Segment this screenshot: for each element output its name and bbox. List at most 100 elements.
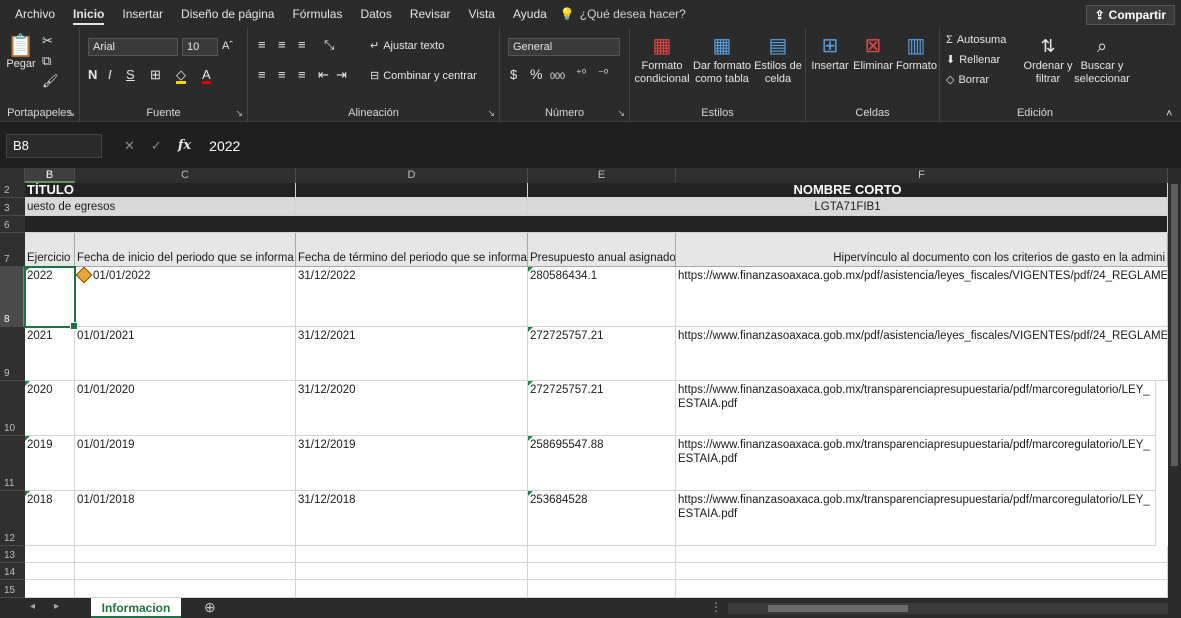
row-header-3[interactable]: 3 bbox=[0, 198, 25, 216]
share-button[interactable]: ⇪ Compartir bbox=[1085, 5, 1175, 25]
row-header-10[interactable]: 10 bbox=[0, 381, 25, 436]
title-cell[interactable]: TÍTULO bbox=[25, 183, 296, 198]
sheet-options-icon[interactable]: ⋮ bbox=[710, 600, 722, 614]
cell-presupuesto[interactable]: 272725757.21 bbox=[528, 381, 676, 436]
tab-formulas[interactable]: Fórmulas bbox=[283, 0, 351, 28]
empty-cell[interactable] bbox=[676, 563, 1168, 580]
tab-diseno-pagina[interactable]: Diseño de página bbox=[172, 0, 283, 28]
increase-indent-icon[interactable]: ⇥ bbox=[336, 68, 347, 81]
empty-cell[interactable] bbox=[75, 563, 296, 580]
font-name-dropdown[interactable]: Arial bbox=[88, 38, 178, 56]
tell-me-box[interactable]: 💡 ¿Qué desea hacer? bbox=[556, 7, 686, 21]
column-header-e[interactable]: E bbox=[528, 168, 676, 183]
cell-fecha-inicio[interactable]: 01/01/2018 bbox=[75, 491, 296, 546]
fill-button[interactable]: ⬇ Rellenar bbox=[946, 54, 1000, 67]
find-select-button[interactable]: ⌕ Buscar y seleccionar bbox=[1074, 32, 1130, 86]
cell-fecha-termino[interactable]: 31/12/2022 bbox=[296, 267, 528, 327]
cell-hipervinculo[interactable]: https://www.finanzasoaxaca.gob.mx/transp… bbox=[676, 381, 1156, 436]
cell-fecha-inicio[interactable]: 01/01/2020 bbox=[75, 381, 296, 436]
warning-diamond-icon[interactable] bbox=[75, 267, 93, 284]
empty-cell[interactable] bbox=[676, 580, 1168, 598]
italic-button[interactable]: I bbox=[108, 68, 112, 81]
dialog-launcher-icon[interactable]: ↘ bbox=[235, 108, 243, 119]
delete-cells-button[interactable]: ⊠ Eliminar bbox=[852, 32, 894, 73]
add-sheet-icon[interactable]: ⊕ bbox=[204, 599, 216, 616]
row-header-8[interactable]: 8 bbox=[0, 267, 25, 327]
empty-cell[interactable] bbox=[676, 546, 1168, 563]
cell-presupuesto[interactable]: 253684528 bbox=[528, 491, 676, 546]
format-as-table-button[interactable]: ▦ Dar formato como tabla bbox=[692, 32, 752, 86]
font-color-icon[interactable]: A bbox=[202, 68, 211, 84]
sheet-tab-informacion[interactable]: Informacion bbox=[91, 598, 181, 618]
row-header-6[interactable]: 6 bbox=[0, 216, 25, 233]
cell-ejercicio[interactable]: 2022 bbox=[25, 267, 75, 327]
autosum-button[interactable]: Σ Autosuma bbox=[946, 34, 1006, 47]
tab-ayuda[interactable]: Ayuda bbox=[504, 0, 556, 28]
next-sheet-icon[interactable]: ▸ bbox=[54, 601, 59, 612]
cell-presupuesto[interactable]: 280586434.1 bbox=[528, 267, 676, 327]
currency-button[interactable]: $ bbox=[510, 68, 517, 81]
collapse-ribbon-icon[interactable]: ˄ bbox=[1166, 108, 1172, 121]
merge-center-button[interactable]: ⊟ Combinar y centrar bbox=[370, 70, 477, 83]
cell-styles-button[interactable]: ▤ Estilos de celda bbox=[754, 32, 802, 86]
insert-function-button[interactable]: fx bbox=[178, 138, 191, 154]
empty-cell[interactable] bbox=[296, 580, 528, 598]
cell-hipervinculo[interactable]: https://www.finanzasoaxaca.gob.mx/pdf/as… bbox=[676, 267, 1168, 327]
column-header-c[interactable]: C bbox=[75, 168, 296, 183]
wrap-text-button[interactable]: ↵ Ajustar texto bbox=[370, 40, 444, 53]
cut-icon[interactable]: ✂ bbox=[42, 34, 53, 47]
header-fecha-termino[interactable]: Fecha de término del periodo que se info… bbox=[296, 233, 528, 267]
empty-cell[interactable] bbox=[528, 546, 676, 563]
align-bottom-icon[interactable]: ≡ bbox=[298, 38, 306, 51]
header-presupuesto[interactable]: Presupuesto anual asignado bbox=[528, 233, 676, 267]
cell-fecha-inicio[interactable]: 01/01/2019 bbox=[75, 436, 296, 491]
empty-cell[interactable] bbox=[528, 563, 676, 580]
cell-presupuesto[interactable]: 258695547.88 bbox=[528, 436, 676, 491]
section-bar-cell[interactable] bbox=[25, 216, 1168, 233]
row-header-13[interactable]: 13 bbox=[0, 546, 25, 563]
orientation-icon[interactable]: ⤡ bbox=[324, 38, 334, 51]
row-header-14[interactable]: 14 bbox=[0, 563, 25, 580]
name-box[interactable]: B8 bbox=[6, 134, 102, 158]
cell-fecha-termino[interactable]: 31/12/2019 bbox=[296, 436, 528, 491]
short-name-header-cell[interactable]: NOMBRE CORTO bbox=[528, 183, 1168, 198]
empty-cell[interactable] bbox=[528, 580, 676, 598]
format-cells-button[interactable]: ▥ Formato bbox=[896, 32, 937, 73]
cell-d3[interactable] bbox=[296, 198, 528, 216]
cell-hipervinculo[interactable]: https://www.finanzasoaxaca.gob.mx/pdf/as… bbox=[676, 327, 1168, 381]
empty-cell[interactable] bbox=[25, 546, 75, 563]
tab-vista[interactable]: Vista bbox=[460, 0, 504, 28]
select-all-corner[interactable] bbox=[0, 168, 25, 183]
decrease-indent-icon[interactable]: ⇤ bbox=[318, 68, 329, 81]
cell-ejercicio[interactable]: 2021 bbox=[25, 327, 75, 381]
cell-hipervinculo[interactable]: https://www.finanzasoaxaca.gob.mx/transp… bbox=[676, 491, 1156, 546]
row-header-15[interactable]: 15 bbox=[0, 580, 25, 598]
format-painter-icon[interactable]: 🖌 bbox=[42, 74, 59, 87]
tab-datos[interactable]: Datos bbox=[351, 0, 400, 28]
dialog-launcher-icon[interactable]: ↘ bbox=[487, 108, 495, 119]
column-header-f[interactable]: F bbox=[676, 168, 1168, 183]
row-header-9[interactable]: 9 bbox=[0, 327, 25, 381]
align-right-icon[interactable]: ≡ bbox=[298, 68, 306, 81]
empty-cell[interactable] bbox=[296, 546, 528, 563]
increase-decimal-icon[interactable]: ⁺⁰ bbox=[576, 68, 586, 81]
cancel-icon[interactable]: ✕ bbox=[124, 138, 135, 154]
empty-cell[interactable] bbox=[25, 563, 75, 580]
thousands-button[interactable]: 000 bbox=[550, 70, 565, 83]
prev-sheet-icon[interactable]: ◂ bbox=[30, 601, 35, 612]
underline-button[interactable]: S bbox=[126, 68, 135, 81]
number-format-dropdown[interactable]: General bbox=[508, 38, 620, 56]
cell-fecha-inicio[interactable]: 01/01/2022 bbox=[75, 267, 296, 327]
column-header-d[interactable]: D bbox=[296, 168, 528, 183]
horizontal-scrollbar[interactable] bbox=[728, 603, 1168, 614]
tab-revisar[interactable]: Revisar bbox=[401, 0, 460, 28]
row-header-2[interactable]: 2 bbox=[0, 183, 25, 198]
horizontal-scroll-thumb[interactable] bbox=[768, 605, 908, 612]
short-name-cell[interactable]: LGTA71FIB1 bbox=[528, 198, 1168, 216]
header-hipervinculo[interactable]: Hipervínculo al documento con los criter… bbox=[676, 233, 1168, 267]
cell-fecha-inicio[interactable]: 01/01/2021 bbox=[75, 327, 296, 381]
cell-d2[interactable] bbox=[296, 183, 528, 198]
formula-input[interactable]: 2022 bbox=[209, 138, 240, 154]
row-header-11[interactable]: 11 bbox=[0, 436, 25, 491]
empty-cell[interactable] bbox=[25, 580, 75, 598]
